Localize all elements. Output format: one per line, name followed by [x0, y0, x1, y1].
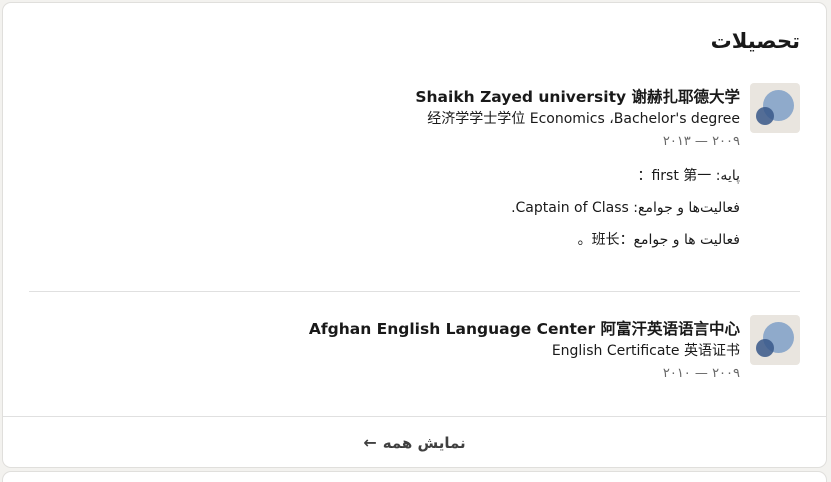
degree-text: English Certificate 英语证书: [551, 343, 740, 359]
education-entry: Shaikh Zayed university 谢赫扎耶德大学 经济学学士学位 …: [29, 83, 800, 250]
education-entry: Afghan English Language Center 阿富汗英语语言中心…: [29, 315, 800, 384]
date-range: ۲۰۰۹ — ۲۰۱۰: [662, 366, 740, 381]
school-logo[interactable]: [750, 83, 800, 133]
logo-shape: [756, 107, 774, 125]
date-range: ۲۰۰۹ — ۲۰۱۳: [662, 134, 740, 149]
section-title: تحصیلات: [710, 29, 800, 53]
education-details: Shaikh Zayed university 谢赫扎耶德大学 经济学学士学位 …: [415, 83, 740, 250]
school-name-link[interactable]: Afghan English Language Center 阿富汗英语语言中心: [309, 317, 740, 341]
show-all-button[interactable]: نمایش همه ←: [353, 428, 475, 458]
activities-text-zh: فعالیت ها و جوامع：班长。: [577, 232, 740, 248]
next-card-edge: [3, 472, 826, 482]
activities-text: فعالیت‌ها و جوامع: Captain of Class.: [511, 200, 740, 216]
education-details: Afghan English Language Center 阿富汗英语语言中心…: [309, 315, 740, 384]
education-card: تحصیلات Shaikh Zayed university 谢赫扎耶德大学 …: [3, 3, 826, 467]
divider: [29, 291, 800, 292]
school-name-link[interactable]: Shaikh Zayed university 谢赫扎耶德大学: [415, 85, 740, 109]
show-all-label: نمایش همه: [382, 433, 466, 452]
school-logo[interactable]: [750, 315, 800, 365]
grade-text: پایه: first 第一：: [637, 168, 740, 184]
card-footer: نمایش همه ←: [3, 416, 826, 467]
logo-shape: [756, 339, 774, 357]
degree-text: 经济学学士学位 Economics ،Bachelor's degree: [427, 111, 740, 127]
arrow-left-icon: ←: [363, 432, 377, 452]
